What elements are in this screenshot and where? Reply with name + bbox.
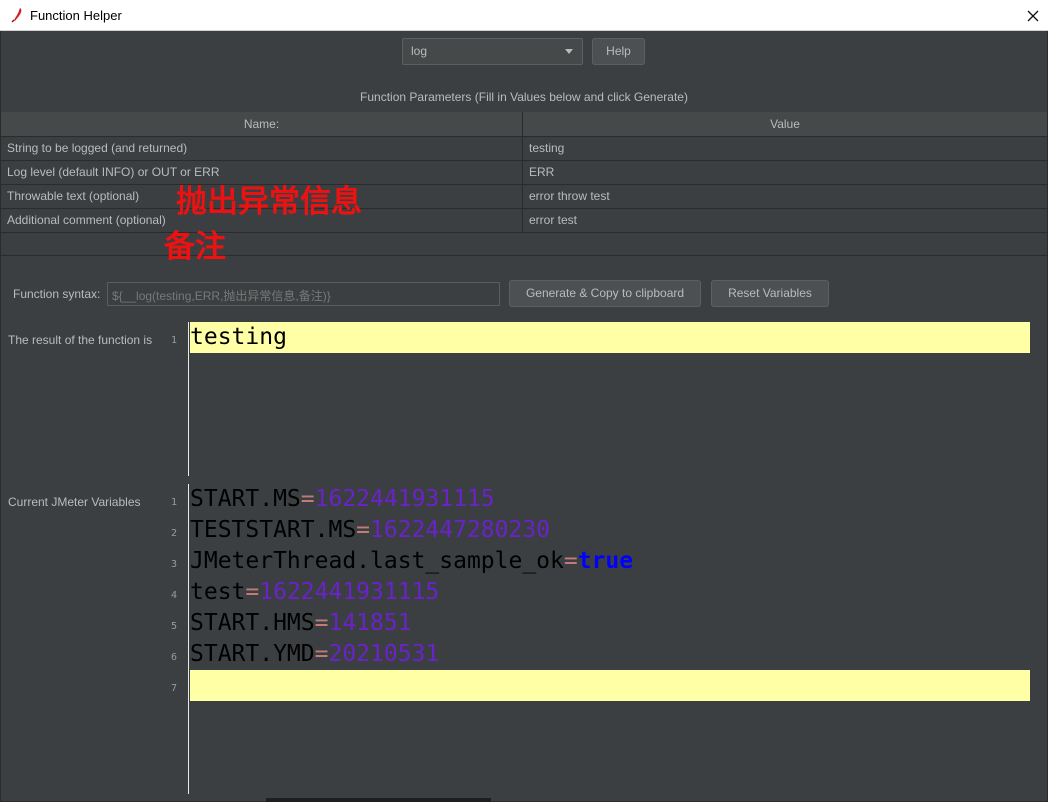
- param-value[interactable]: error throw test: [523, 185, 1047, 209]
- variable-value: 141851: [328, 610, 412, 636]
- table-row[interactable]: Throwable text (optional) error throw te…: [1, 185, 1047, 209]
- editor-line[interactable]: [190, 670, 1030, 701]
- line-number: 1: [170, 335, 178, 346]
- param-value[interactable]: ERR: [523, 161, 1047, 185]
- reset-variables-button[interactable]: Reset Variables: [711, 280, 829, 307]
- function-syntax-label: Function syntax:: [13, 287, 101, 301]
- generate-copy-button[interactable]: Generate & Copy to clipboard: [509, 280, 701, 307]
- function-select-value: log: [411, 44, 428, 58]
- variable-key: START.HMS: [190, 610, 315, 636]
- editor-line[interactable]: START.YMD=20210531: [190, 639, 1030, 670]
- param-value[interactable]: error test: [523, 209, 1047, 233]
- jmeter-feather-icon: [11, 8, 22, 23]
- table-row[interactable]: String to be logged (and returned) testi…: [1, 137, 1047, 161]
- variable-key: START.MS: [190, 486, 301, 512]
- equals-sign: =: [314, 610, 329, 636]
- variable-value: true: [577, 548, 634, 574]
- editor-line[interactable]: test=1622441931115: [190, 577, 1030, 608]
- editor-line[interactable]: TESTSTART.MS=1622447280230: [190, 515, 1030, 546]
- equals-sign: =: [300, 486, 315, 512]
- equals-sign: =: [245, 579, 260, 605]
- editor-line[interactable]: START.HMS=141851: [190, 608, 1030, 639]
- close-icon: [1027, 10, 1039, 21]
- parameters-caption: Function Parameters (Fill in Values belo…: [360, 90, 688, 104]
- window-title: Function Helper: [30, 8, 122, 23]
- line-number: 3: [170, 559, 178, 570]
- line-number: 7: [170, 683, 178, 694]
- parameters-table: Name: Value String to be logged (and ret…: [1, 112, 1047, 256]
- variable-value: 1622441931115: [259, 579, 440, 605]
- editor-line[interactable]: JMeterThread.last_sample_ok=true: [190, 546, 1030, 577]
- line-number: 4: [170, 590, 178, 601]
- column-header-name[interactable]: Name:: [1, 112, 523, 137]
- line-number: 6: [170, 652, 178, 663]
- param-name: Log level (default INFO) or OUT or ERR: [1, 161, 523, 185]
- result-label: The result of the function is: [8, 333, 153, 347]
- param-name: String to be logged (and returned): [1, 137, 523, 161]
- line-number: 2: [170, 528, 178, 539]
- variable-value: 1622441931115: [314, 486, 495, 512]
- variable-value: 1622447280230: [370, 517, 551, 543]
- function-syntax-field[interactable]: ${__log(testing,ERR,抛出异常信息,备注)}: [107, 282, 500, 306]
- variable-key: JMeterThread.last_sample_ok: [190, 548, 564, 574]
- title-bar: Function Helper: [0, 0, 1048, 31]
- chevron-down-icon: [565, 49, 573, 54]
- variables-editor[interactable]: 1 START.MS=1622441931115 2 TESTSTART.MS=…: [162, 484, 1030, 794]
- equals-sign: =: [356, 517, 371, 543]
- variable-key: START.YMD: [190, 641, 315, 667]
- variable-value: 20210531: [328, 641, 440, 667]
- variables-label: Current JMeter Variables: [8, 495, 141, 509]
- annotation-throwable: 抛出异常信息: [176, 184, 362, 220]
- result-editor[interactable]: 1 testing: [162, 322, 1030, 476]
- line-number: 1: [170, 497, 178, 508]
- help-button[interactable]: Help: [592, 38, 645, 65]
- equals-sign: =: [314, 641, 329, 667]
- param-value[interactable]: testing: [523, 137, 1047, 161]
- column-header-value[interactable]: Value: [523, 112, 1047, 137]
- function-select[interactable]: log: [402, 38, 583, 65]
- variable-key: TESTSTART.MS: [190, 517, 357, 543]
- editor-line[interactable]: testing: [190, 322, 1030, 353]
- equals-sign: =: [563, 548, 578, 574]
- line-number: 5: [170, 621, 178, 632]
- variable-key: test: [190, 579, 246, 605]
- close-button[interactable]: [1018, 0, 1048, 31]
- horizontal-scrollbar[interactable]: [266, 798, 491, 802]
- table-row[interactable]: Log level (default INFO) or OUT or ERR E…: [1, 161, 1047, 185]
- table-row[interactable]: Additional comment (optional) error test: [1, 209, 1047, 233]
- editor-line[interactable]: START.MS=1622441931115: [190, 484, 1030, 515]
- annotation-comment: 备注: [164, 229, 226, 265]
